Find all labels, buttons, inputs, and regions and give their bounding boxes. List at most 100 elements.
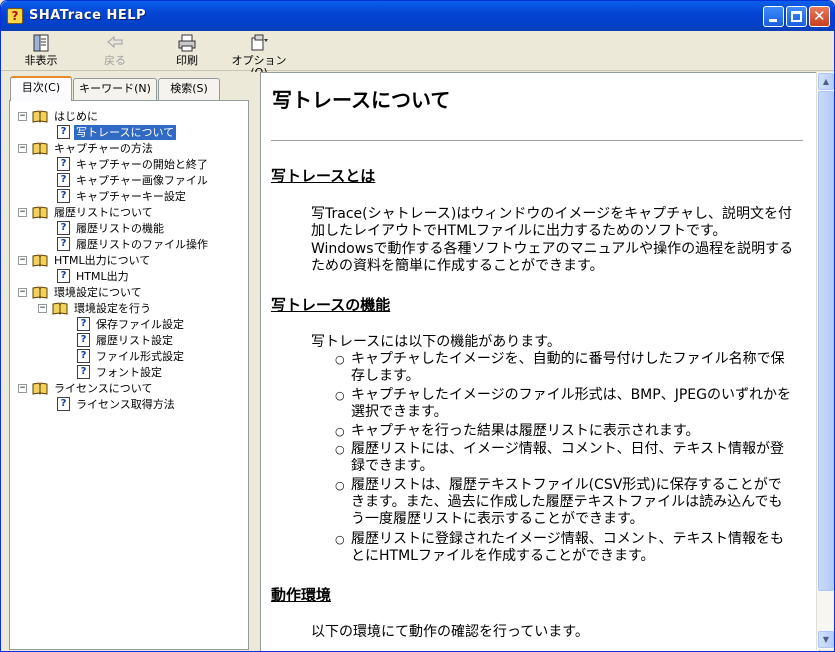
help-topic-icon: ?	[77, 333, 90, 347]
printer-icon	[177, 33, 197, 53]
feature-item: ○ 履歴リストは、履歴テキストファイル(CSV形式)に保存することができます。また…	[335, 477, 783, 527]
help-topic-icon: ?	[57, 269, 70, 283]
tree-label: 履歴リストの機能	[76, 221, 164, 235]
print-button[interactable]: 印刷	[167, 33, 207, 67]
tab-search[interactable]: 検索(S)	[158, 78, 220, 100]
tree-label: ライセンスについて	[54, 381, 153, 395]
tree-item-cap-start[interactable]: ? キャプチャーの開始と終了	[57, 156, 210, 172]
help-topic-icon: ?	[57, 237, 70, 251]
back-button[interactable]: 戻る	[97, 33, 133, 67]
tree-label: キャプチャーの開始と終了	[76, 157, 208, 171]
tree-item-html-out[interactable]: ? HTML出力	[57, 268, 131, 284]
help-app-icon: ?	[7, 8, 23, 24]
features-intro: 写トレースには以下の機能があります。	[311, 334, 561, 350]
section-heading-environment: 動作環境	[271, 586, 332, 604]
tree-item-hist-file[interactable]: ? 履歴リストのファイル操作	[57, 236, 210, 252]
tree-item-env-do[interactable]: − 環境設定を行う	[38, 300, 153, 316]
scroll-up-arrow-icon[interactable]: ▲	[818, 73, 834, 90]
tree-item-cap-file[interactable]: ? キャプチャー画像ファイル	[57, 172, 210, 188]
open-book-icon	[32, 205, 48, 219]
hide-label: 非表示	[24, 54, 58, 67]
minimize-button[interactable]	[763, 6, 784, 27]
open-book-icon	[32, 381, 48, 395]
bullet-icon: ○	[335, 353, 345, 366]
tree-item-cap-key[interactable]: ? キャプチャーキー設定	[57, 188, 188, 204]
tree-label: 履歴リストについて	[54, 205, 153, 219]
collapse-icon[interactable]: −	[18, 255, 27, 265]
help-window: ? SHATrace HELP ✕ 非表示 戻る 印刷 オプション 目次(C) …	[0, 0, 835, 652]
tree-item-intro[interactable]: − はじめに	[18, 108, 100, 124]
tree-label: キャプチャーの方法	[54, 141, 153, 155]
collapse-icon[interactable]: −	[18, 207, 27, 217]
tab-contents[interactable]: 目次(C)	[10, 76, 72, 101]
tree-label: 保存ファイル設定	[96, 317, 184, 331]
open-book-icon	[32, 253, 48, 267]
feature-item: ○ 履歴リストには、イメージ情報、コメント、日付、テキスト情報が登録できます。	[335, 441, 785, 474]
help-topic-icon: ?	[57, 173, 70, 187]
print-label: 印刷	[176, 54, 198, 67]
tree-label: 履歴リストのファイル操作	[76, 237, 208, 251]
scroll-down-arrow-icon[interactable]: ▼	[818, 631, 834, 648]
toolbar: 非表示 戻る 印刷 オプション(O)	[1, 31, 834, 79]
tree-label: キャプチャー画像ファイル	[76, 173, 208, 187]
tree-label: はじめに	[54, 109, 98, 123]
tree-item-html[interactable]: − HTML出力について	[18, 252, 152, 268]
page-title: 写トレースについて	[272, 88, 451, 112]
help-topic-icon: ?	[57, 189, 70, 203]
tree-item-hist-func[interactable]: ? 履歴リストの機能	[57, 220, 166, 236]
section-heading-overview: 写トレースとは	[271, 167, 376, 185]
collapse-icon[interactable]: −	[38, 303, 47, 313]
collapse-icon[interactable]: −	[18, 143, 27, 153]
collapse-icon[interactable]: −	[18, 383, 27, 393]
topic-content: 写トレースについて 写トレースとは 写Trace(シャトレース)はウィンドウのイ…	[260, 72, 820, 651]
maximize-button[interactable]	[786, 6, 807, 27]
bullet-icon: ○	[335, 479, 345, 492]
collapse-icon[interactable]: −	[18, 111, 27, 121]
divider	[271, 140, 803, 141]
open-book-icon	[32, 285, 48, 299]
tree-item-lic-get[interactable]: ? ライセンス取得方法	[57, 396, 177, 412]
window-title: SHATrace HELP	[29, 8, 147, 23]
open-book-icon	[32, 141, 48, 155]
help-topic-icon: ?	[57, 125, 70, 139]
tree-item-about[interactable]: ? 写トレースについて	[57, 124, 177, 140]
feature-item: ○ キャプチャしたイメージのファイル形式は、BMP、JPEGのいずれかを選択できま…	[335, 387, 791, 420]
close-icon: ✕	[813, 7, 826, 25]
collapse-icon[interactable]: −	[18, 287, 27, 297]
title-bar[interactable]: ? SHATrace HELP ✕	[1, 1, 834, 31]
help-topic-icon: ?	[77, 365, 90, 379]
tree-item-env[interactable]: − 環境設定について	[18, 284, 144, 300]
help-topic-icon: ?	[77, 349, 90, 363]
scroll-thumb[interactable]	[818, 91, 834, 591]
tree-item-history[interactable]: − 履歴リストについて	[18, 204, 155, 220]
tab-keyword[interactable]: キーワード(N)	[73, 78, 157, 100]
vertical-scrollbar[interactable]: ▲ ▼	[816, 72, 834, 650]
feature-item: ○ 履歴リストに登録されたイメージ情報、コメント、テキスト情報をもとにHTMLファ…	[335, 531, 785, 564]
tree-item-env-fmt[interactable]: ? ファイル形式設定	[77, 348, 186, 364]
tree-label: 環境設定を行う	[74, 301, 151, 315]
contents-tree: − はじめに ? 写トレースについて − キャプチャーの方法 ? キャプチャーの…	[9, 100, 249, 650]
hide-button[interactable]: 非表示	[19, 33, 63, 67]
tree-item-env-hist[interactable]: ? 履歴リスト設定	[77, 332, 175, 348]
maximize-icon	[791, 11, 802, 22]
overview-paragraph-1: 写Trace(シャトレース)はウィンドウのイメージをキャプチャし、説明文を付加し…	[311, 206, 792, 239]
help-topic-icon: ?	[57, 221, 70, 235]
tree-item-capture[interactable]: − キャプチャーの方法	[18, 140, 155, 156]
close-button[interactable]: ✕	[809, 6, 830, 27]
tree-label: 写トレースについて	[74, 124, 177, 140]
help-topic-icon: ?	[57, 397, 70, 411]
bullet-icon: ○	[335, 533, 345, 546]
feature-item: ○ キャプチャを行った結果は履歴リストに表示されます。	[335, 423, 700, 439]
help-topic-icon: ?	[77, 317, 90, 331]
bullet-icon: ○	[335, 389, 345, 402]
tree-item-license[interactable]: − ライセンスについて	[18, 380, 154, 396]
tree-label: キャプチャーキー設定	[76, 189, 186, 203]
tree-item-env-save[interactable]: ? 保存ファイル設定	[77, 316, 186, 332]
tree-label: 環境設定について	[54, 285, 142, 299]
tree-label: HTML出力について	[54, 253, 151, 267]
feature-item: ○ キャプチャしたイメージを、自動的に番号付けしたファイル名称で保存します。	[335, 351, 785, 384]
open-book-icon	[32, 109, 48, 123]
tree-label: ライセンス取得方法	[76, 397, 175, 411]
overview-paragraph-2: Windowsで動作する各種ソフトウェアのマニュアルや操作の過程を説明するための…	[311, 241, 794, 274]
tree-item-env-font[interactable]: ? フォント設定	[77, 364, 164, 380]
